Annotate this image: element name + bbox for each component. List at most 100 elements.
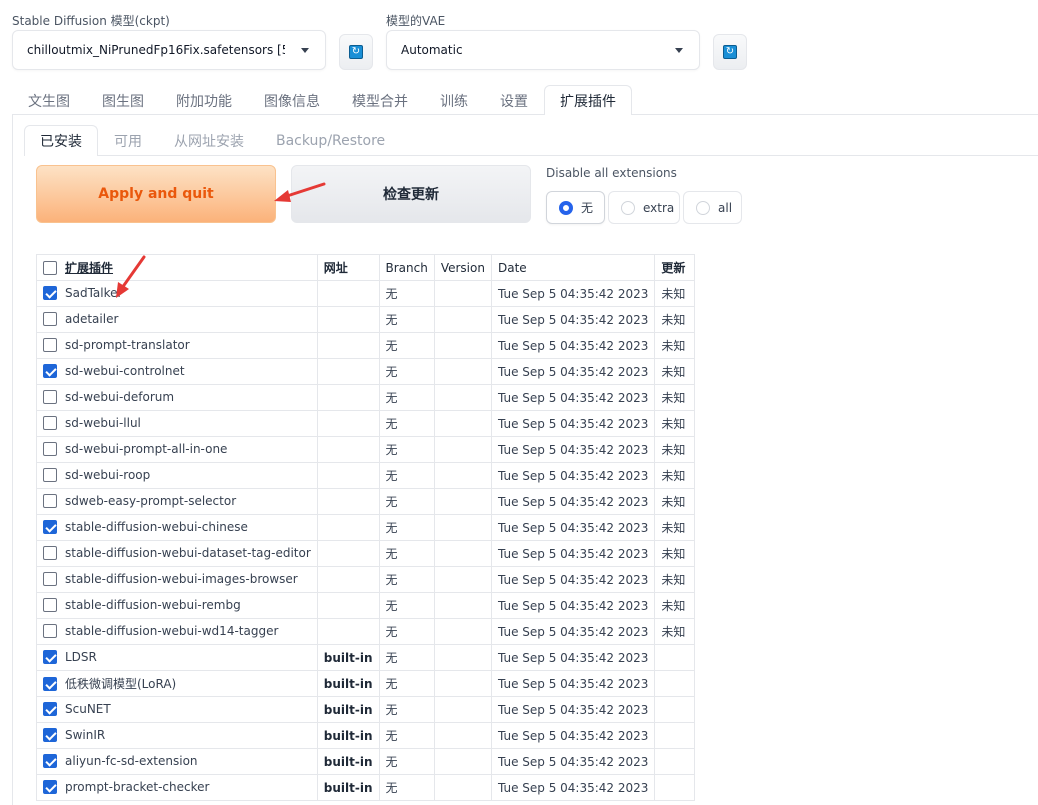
extension-branch: 无 bbox=[378, 462, 435, 489]
extension-version bbox=[433, 462, 492, 489]
extension-version bbox=[433, 670, 492, 697]
checkpoint-select[interactable]: chilloutmix_NiPrunedFp16Fix.safetensors … bbox=[12, 30, 326, 70]
extension-version bbox=[433, 540, 492, 567]
tab-extras[interactable]: 附加功能 bbox=[160, 85, 248, 115]
extension-cell: aliyun-fc-sd-extension bbox=[36, 748, 318, 775]
extension-enable-checkbox[interactable] bbox=[43, 676, 57, 691]
extension-name: stable-diffusion-webui-rembg bbox=[65, 598, 241, 613]
column-header-version: Version bbox=[433, 254, 492, 281]
extension-url: built-in bbox=[316, 774, 380, 801]
extension-branch: 无 bbox=[378, 696, 435, 723]
extension-enable-checkbox[interactable] bbox=[43, 519, 57, 534]
extension-date: Tue Sep 5 04:35:42 2023 bbox=[490, 696, 656, 723]
extension-enable-checkbox[interactable] bbox=[43, 285, 57, 300]
extension-url bbox=[316, 436, 380, 463]
select-all-checkbox[interactable] bbox=[43, 260, 57, 275]
tab-backup-restore[interactable]: Backup/Restore bbox=[260, 125, 401, 156]
table-header-row: 扩展插件 网址 Branch Version Date 更新 bbox=[36, 254, 696, 281]
extension-cell: SadTalker bbox=[36, 280, 318, 307]
extension-enable-checkbox[interactable] bbox=[43, 779, 57, 794]
extension-enable-checkbox[interactable] bbox=[43, 597, 57, 612]
extension-cell: sd-prompt-translator bbox=[36, 332, 318, 359]
extension-update: 未知 bbox=[654, 436, 696, 463]
tab-txt2img[interactable]: 文生图 bbox=[12, 85, 86, 115]
column-header-branch: Branch bbox=[378, 254, 435, 281]
extension-update: 未知 bbox=[654, 618, 696, 645]
extension-enable-checkbox[interactable] bbox=[43, 571, 57, 586]
table-row: 低秩微调模型(LoRA) built-in 无 Tue Sep 5 04:35:42 … bbox=[36, 670, 696, 697]
disable-option-extra[interactable]: extra bbox=[608, 191, 680, 224]
extension-date: Tue Sep 5 04:35:42 2023 bbox=[490, 618, 656, 645]
refresh-checkpoint-button[interactable]: ↻ bbox=[339, 34, 373, 70]
tab-install-from-url[interactable]: 从网址安装 bbox=[158, 125, 260, 156]
vae-select[interactable]: Automatic bbox=[386, 30, 700, 70]
extension-branch: 无 bbox=[378, 514, 435, 541]
extension-enable-checkbox[interactable] bbox=[43, 441, 57, 456]
extension-update: 未知 bbox=[654, 306, 696, 333]
tab-png-info[interactable]: 图像信息 bbox=[248, 85, 336, 115]
extension-version bbox=[433, 592, 492, 619]
extension-enable-checkbox[interactable] bbox=[43, 337, 57, 352]
extension-branch: 无 bbox=[378, 488, 435, 515]
extension-cell: sd-webui-deforum bbox=[36, 384, 318, 411]
tab-available[interactable]: 可用 bbox=[98, 125, 158, 156]
extension-enable-checkbox[interactable] bbox=[43, 467, 57, 482]
tab-installed[interactable]: 已安装 bbox=[24, 125, 98, 156]
extension-version bbox=[433, 618, 492, 645]
extension-enable-checkbox[interactable] bbox=[43, 311, 57, 326]
refresh-icon: ↻ bbox=[723, 45, 737, 59]
extension-enable-checkbox[interactable] bbox=[43, 701, 57, 716]
tab-train[interactable]: 训练 bbox=[424, 85, 484, 115]
extension-url bbox=[316, 514, 380, 541]
extension-branch: 无 bbox=[378, 358, 435, 385]
extension-date: Tue Sep 5 04:35:42 2023 bbox=[490, 644, 656, 671]
extensions-table-body: SadTalker 无 Tue Sep 5 04:35:42 2023 未知 adeta… bbox=[36, 280, 696, 801]
extension-enable-checkbox[interactable] bbox=[43, 623, 57, 638]
extension-date: Tue Sep 5 04:35:42 2023 bbox=[490, 462, 656, 489]
extension-name: prompt-bracket-checker bbox=[65, 780, 210, 795]
extension-update: 未知 bbox=[654, 384, 696, 411]
apply-and-quit-button[interactable]: Apply and quit bbox=[36, 165, 276, 223]
tab-settings[interactable]: 设置 bbox=[484, 85, 544, 115]
extension-branch: 无 bbox=[378, 540, 435, 567]
extension-enable-checkbox[interactable] bbox=[43, 649, 57, 664]
extension-name: sd-webui-controlnet bbox=[65, 364, 185, 379]
extension-name: stable-diffusion-webui-dataset-tag-edito… bbox=[65, 546, 311, 561]
table-row: SwinIR built-in 无 Tue Sep 5 04:35:42 2023 bbox=[36, 722, 696, 749]
extension-url bbox=[316, 384, 380, 411]
extension-version bbox=[433, 306, 492, 333]
extension-enable-checkbox[interactable] bbox=[43, 493, 57, 508]
extension-enable-checkbox[interactable] bbox=[43, 363, 57, 378]
checkpoint-value: chilloutmix_NiPrunedFp16Fix.safetensors … bbox=[27, 43, 285, 57]
extension-enable-checkbox[interactable] bbox=[43, 545, 57, 560]
extension-branch: 无 bbox=[378, 670, 435, 697]
extension-cell: SwinIR bbox=[36, 722, 318, 749]
extension-enable-checkbox[interactable] bbox=[43, 727, 57, 742]
column-header-extension: 扩展插件 bbox=[36, 254, 318, 281]
table-row: sd-webui-controlnet 无 Tue Sep 5 04:35:42 2… bbox=[36, 358, 696, 385]
chevron-down-icon bbox=[675, 48, 683, 53]
extension-enable-checkbox[interactable] bbox=[43, 415, 57, 430]
tab-img2img[interactable]: 图生图 bbox=[86, 85, 160, 115]
tab-checkpoint-merger[interactable]: 模型合并 bbox=[336, 85, 424, 115]
extension-cell: sd-webui-roop bbox=[36, 462, 318, 489]
table-row: stable-diffusion-webui-chinese 无 Tue Sep 5… bbox=[36, 514, 696, 541]
extension-date: Tue Sep 5 04:35:42 2023 bbox=[490, 332, 656, 359]
extension-version bbox=[433, 436, 492, 463]
extension-date: Tue Sep 5 04:35:42 2023 bbox=[490, 436, 656, 463]
vae-value: Automatic bbox=[401, 43, 463, 57]
extension-cell: sdweb-easy-prompt-selector bbox=[36, 488, 318, 515]
disable-option-all[interactable]: all bbox=[683, 191, 742, 224]
vae-label: 模型的VAE bbox=[386, 14, 446, 28]
refresh-vae-button[interactable]: ↻ bbox=[713, 34, 747, 70]
extension-enable-checkbox[interactable] bbox=[43, 753, 57, 768]
check-updates-button[interactable]: 检查更新 bbox=[291, 165, 531, 223]
tab-extensions[interactable]: 扩展插件 bbox=[544, 85, 632, 115]
column-header-label: 扩展插件 bbox=[65, 261, 114, 275]
extension-name: LDSR bbox=[65, 650, 97, 665]
extension-cell: prompt-bracket-checker bbox=[36, 774, 318, 801]
extension-enable-checkbox[interactable] bbox=[43, 389, 57, 404]
disable-option-none[interactable]: 无 bbox=[546, 191, 605, 224]
table-row: SadTalker 无 Tue Sep 5 04:35:42 2023 未知 bbox=[36, 280, 696, 307]
extension-name: sd-prompt-translator bbox=[65, 338, 190, 353]
